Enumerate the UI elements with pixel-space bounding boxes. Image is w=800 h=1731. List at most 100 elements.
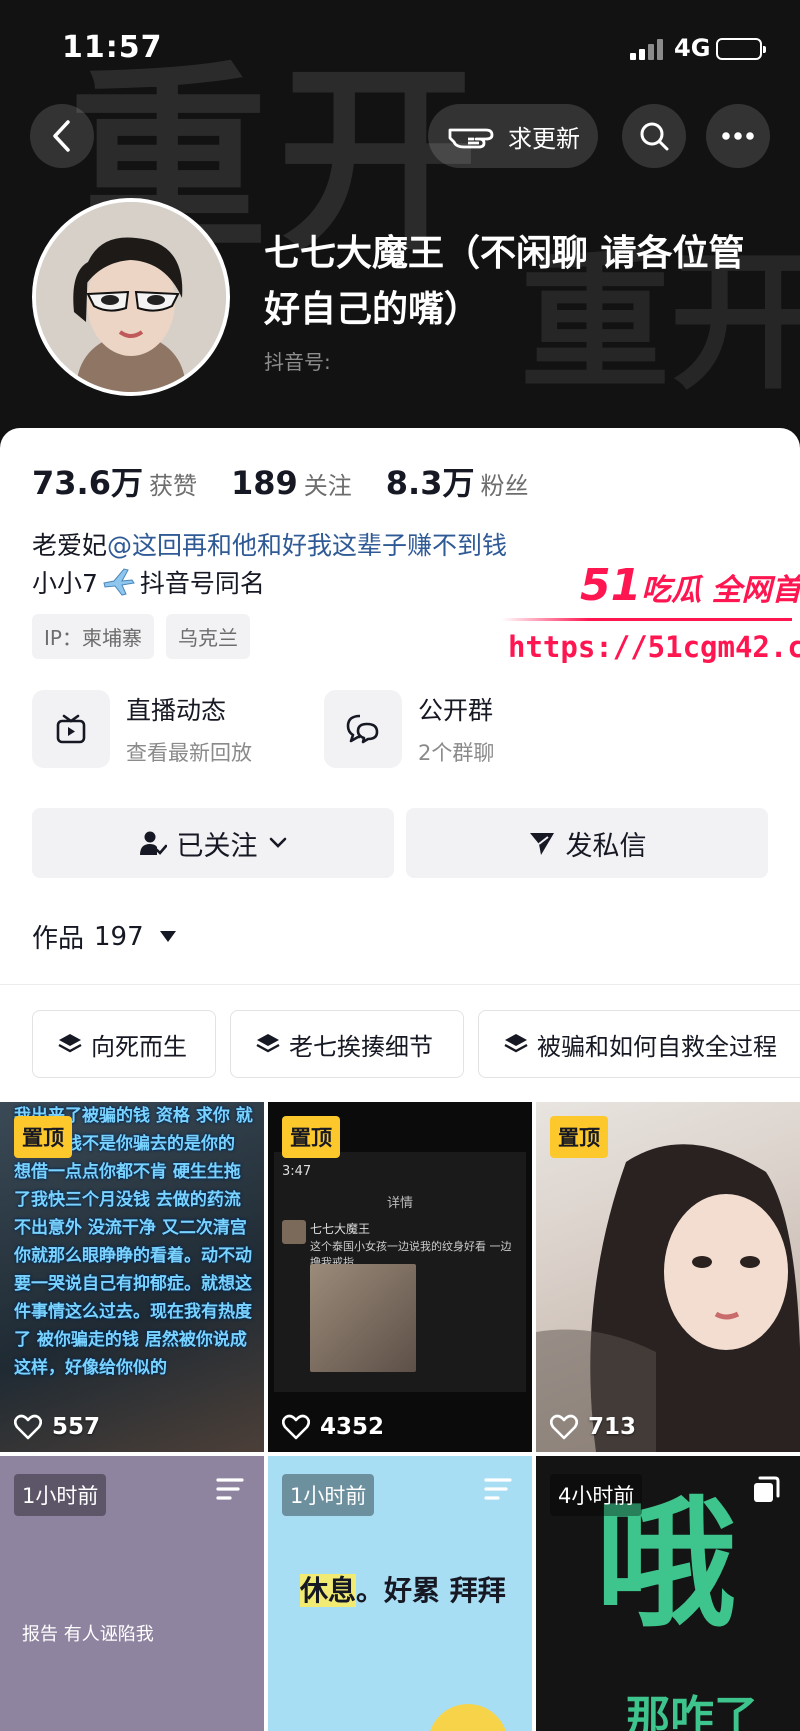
video-sub-text: 那咋了 <box>626 1692 758 1731</box>
watermark-line-1: 51吃瓜 全网首发 <box>580 560 800 611</box>
shot-header: 详情 <box>386 1196 413 1211</box>
profile-tags: IP：柬埔寨 乌克兰 <box>32 614 250 659</box>
screenshot-preview: 3:47 详情 七七大魔王 这个泰国小女孩一边说我的纹身好看 一边撸我戒指 <box>274 1152 526 1392</box>
video-caption: 休息。好累 拜拜 <box>300 1570 510 1612</box>
chevron-down-icon <box>269 837 286 848</box>
tag-ip: IP：柬埔寨 <box>32 614 154 659</box>
request-update-button[interactable]: 求更新 <box>428 104 598 168</box>
text-post-icon <box>484 1478 512 1500</box>
video-tile[interactable]: 1小时前 报告 有人诬陷我 <box>0 1456 264 1731</box>
collection-chip[interactable]: 老七挨揍细节 <box>230 1010 464 1078</box>
tv-play-icon <box>56 714 86 744</box>
layers-icon <box>504 1034 528 1053</box>
caret-down-icon <box>159 931 176 942</box>
stats-row: 73.6万 获赞 189 关注 8.3万 粉丝 <box>32 458 528 504</box>
site-watermark: 51吃瓜 全网首发 https://51cgm42.com <box>500 560 800 690</box>
multi-image-icon <box>754 1476 780 1502</box>
search-icon <box>640 122 669 151</box>
status-time: 11:57 <box>62 30 163 65</box>
stat-following-value: 189 <box>230 464 298 502</box>
user-check-icon <box>139 831 167 855</box>
group-subtitle: 2个群聊 <box>418 741 495 765</box>
watermark-number: 51 <box>580 560 642 611</box>
douyin-id[interactable]: 抖音号: <box>264 346 331 375</box>
profile-name: 七七大魔王（不闲聊 请各位管好自己的嘴） <box>264 233 745 330</box>
text-post-icon <box>216 1478 244 1500</box>
bio-line-1-text: 老爱妃 <box>32 531 108 560</box>
works-count: 197 <box>94 921 144 952</box>
video-caption: 报告 有人诬陷我 <box>22 1624 154 1645</box>
collection-label: 向死而生 <box>91 1032 187 1061</box>
collections-row: 向死而生 老七挨揍细节 被骗和如何自救全过程 <box>32 1010 800 1078</box>
status-bar: 11:57 4G <box>0 0 800 90</box>
profile-card: 73.6万 获赞 189 关注 8.3万 粉丝 老爱妃@这回再和他和好我这辈子赚不到钱… <box>0 428 800 1731</box>
bio-line-2-prefix: 小小7 <box>32 569 98 598</box>
network-type: 4G <box>674 34 711 62</box>
video-tile[interactable]: 置顶 713 <box>536 1102 800 1452</box>
watermark-divider <box>502 618 792 621</box>
send-message-label: 发私信 <box>565 830 647 862</box>
bio-mention-link[interactable]: @这回再和他和好我这辈子赚不到钱 <box>107 531 507 560</box>
live-texts: 直播动态 查看最新回放 <box>126 691 252 767</box>
back-button[interactable] <box>30 104 94 168</box>
followed-label: 已关注 <box>176 830 258 862</box>
section-divider <box>0 984 800 985</box>
video-tile[interactable]: 1小时前 休息。好累 拜拜 <box>268 1456 532 1731</box>
collection-chip[interactable]: 向死而生 <box>32 1010 216 1078</box>
like-count-value: 557 <box>52 1414 101 1440</box>
stat-likes-value: 73.6万 <box>32 464 143 502</box>
watermark-text: 吃瓜 全网首发 <box>641 573 800 608</box>
shot-avatar <box>282 1220 306 1244</box>
bio-line-2: 小小7 抖音号同名 <box>32 564 265 600</box>
stat-likes[interactable]: 73.6万 获赞 <box>32 458 197 504</box>
profile-header: 重开 重开 11:57 4G 求更新 七七大魔王（不闲聊 请各位管好自己的嘴） … <box>0 0 800 470</box>
send-message-button[interactable]: 发私信 <box>406 808 768 878</box>
more-dots-icon <box>722 132 754 140</box>
live-updates-entry[interactable]: 直播动态 查看最新回放 <box>32 690 252 768</box>
more-button[interactable] <box>706 104 770 168</box>
pinned-badge: 置顶 <box>14 1116 72 1158</box>
group-texts: 公开群 2个群聊 <box>418 691 494 767</box>
battery-icon <box>716 38 766 60</box>
bio-line-1: 老爱妃@这回再和他和好我这辈子赚不到钱 <box>32 526 507 562</box>
public-group-entry[interactable]: 公开群 2个群聊 <box>324 690 494 768</box>
stat-following-label: 关注 <box>303 472 352 500</box>
collection-chip[interactable]: 被骗和如何自救全过程 <box>478 1010 800 1078</box>
collection-label: 老七挨揍细节 <box>289 1032 433 1061</box>
collection-label: 被骗和如何自救全过程 <box>537 1032 777 1061</box>
video-tile[interactable]: 我出来了被骗的钱 资格 求你 就当这个钱不是你骗去的是你的 想借一点点你都不肯 … <box>0 1102 264 1452</box>
stat-followers-label: 粉丝 <box>480 472 529 500</box>
heart-icon <box>14 1414 42 1440</box>
pointing-hand-icon <box>448 128 494 149</box>
caption-highlight: 休息 <box>300 1574 357 1607</box>
pinned-badge: 置顶 <box>282 1116 340 1158</box>
search-button[interactable] <box>622 104 686 168</box>
avatar[interactable] <box>32 198 230 396</box>
stat-likes-label: 获赞 <box>148 472 197 500</box>
stat-following[interactable]: 189 关注 <box>231 464 352 502</box>
video-tile[interactable]: 哦 那咋了 4小时前 <box>536 1456 800 1731</box>
followed-button[interactable]: 已关注 <box>32 808 394 878</box>
like-count: 4352 <box>282 1414 384 1440</box>
chat-bubbles-icon <box>346 714 379 744</box>
works-tab[interactable]: 作品 197 <box>32 918 176 955</box>
airplane-icon <box>103 568 135 596</box>
layers-icon <box>256 1034 280 1053</box>
stat-followers[interactable]: 8.3万 粉丝 <box>386 458 529 504</box>
signal-icon <box>630 38 668 60</box>
avatar-photo <box>36 202 226 392</box>
time-ago-badge: 1小时前 <box>14 1474 107 1516</box>
like-count-value: 713 <box>588 1414 637 1440</box>
layers-icon <box>58 1034 82 1053</box>
pinned-badge: 置顶 <box>550 1116 608 1158</box>
request-update-label: 求更新 <box>508 124 580 153</box>
video-tile[interactable]: 3:47 详情 七七大魔王 这个泰国小女孩一边说我的纹身好看 一边撸我戒指 置顶… <box>268 1102 532 1452</box>
video-big-text: 哦 <box>596 1484 737 1647</box>
works-label: 作品 <box>32 924 85 954</box>
group-icon-box <box>324 690 402 768</box>
like-count-value: 4352 <box>320 1414 385 1440</box>
shot-name: 七七大魔王 <box>310 1222 371 1236</box>
watermark-url: https://51cgm42.com <box>508 630 800 664</box>
heart-icon <box>550 1414 578 1440</box>
caption-rest: 。好累 拜拜 <box>356 1574 506 1607</box>
